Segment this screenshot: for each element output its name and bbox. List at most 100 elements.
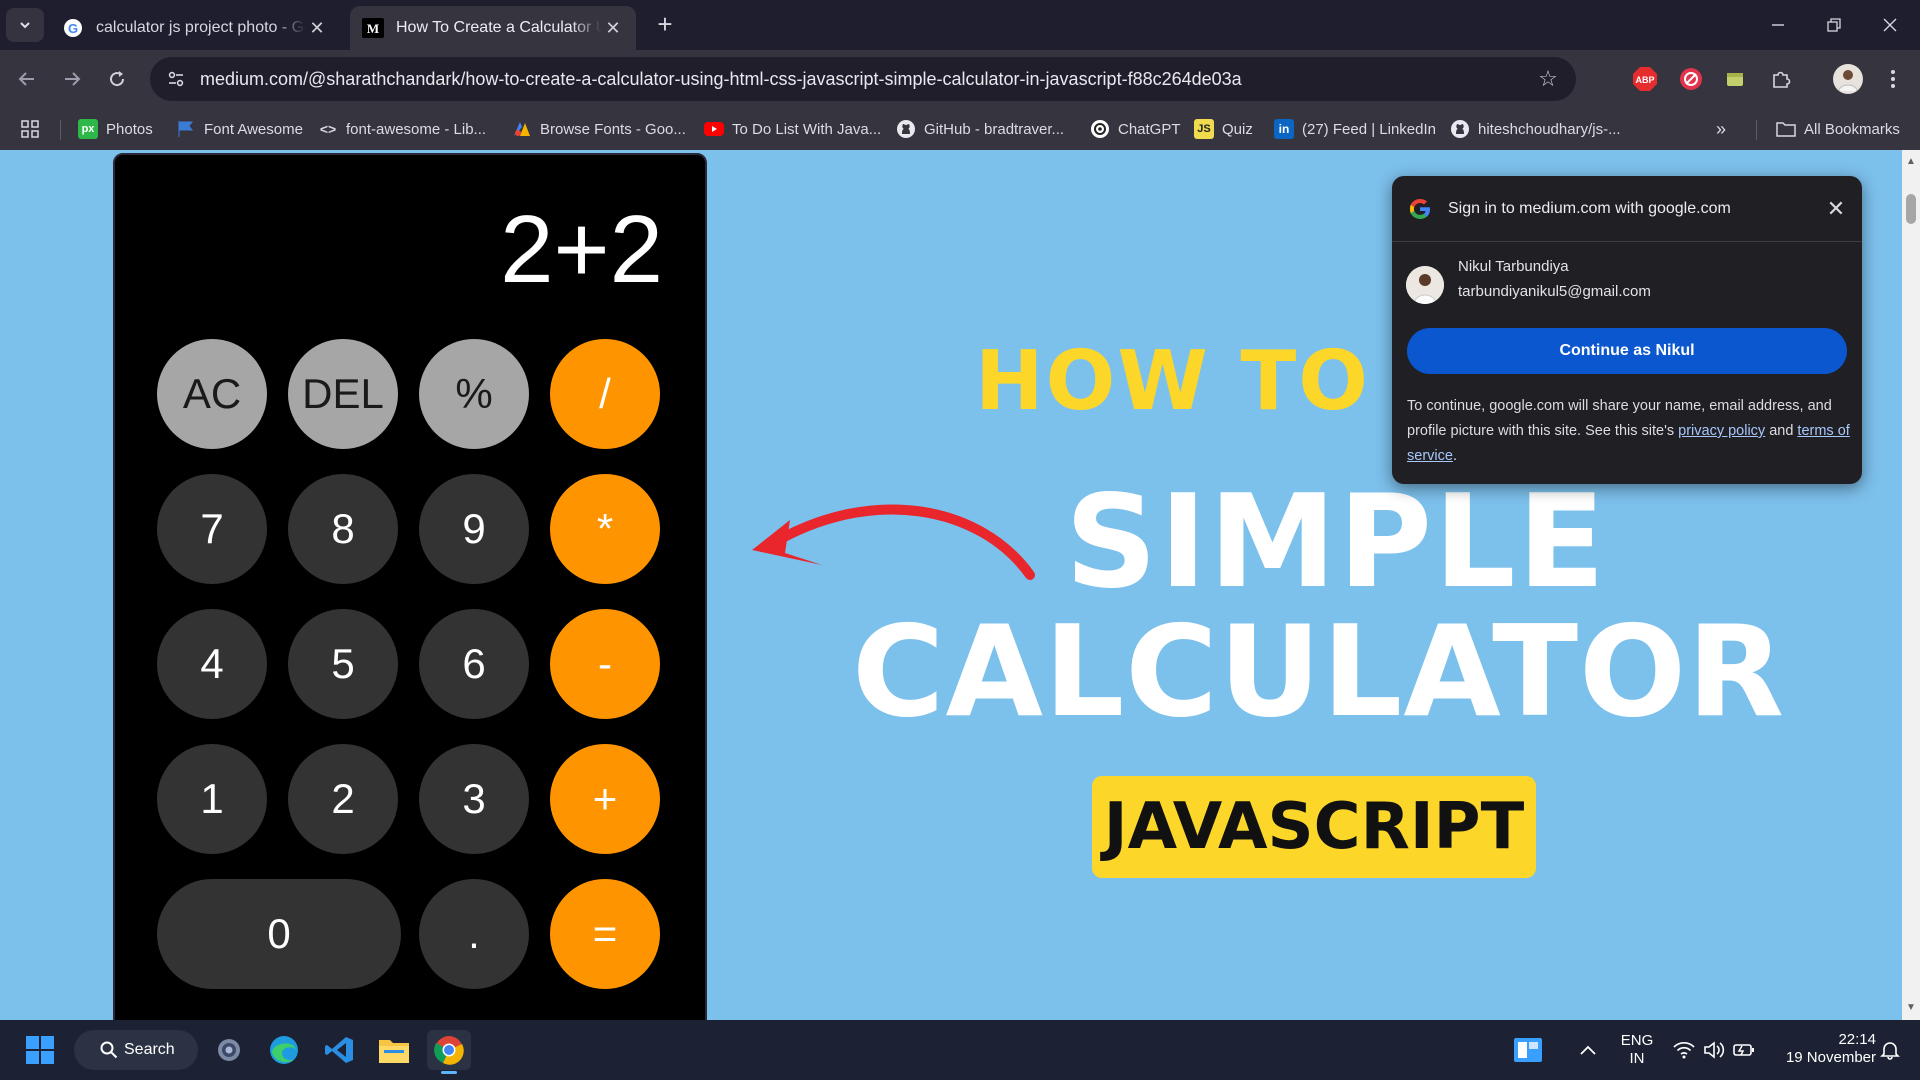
window-close-button[interactable] [1862, 0, 1918, 50]
key-percent: % [419, 339, 529, 449]
bookmark-label: Quiz [1222, 120, 1253, 138]
taskbar-search-button[interactable]: Search [74, 1030, 198, 1070]
key-multiply: * [550, 474, 660, 584]
language-code: ENG [1620, 1032, 1654, 1049]
flag-icon [176, 119, 196, 139]
hero-line-2: SIMPLE [1065, 468, 1607, 617]
chrome-icon[interactable] [427, 1030, 471, 1074]
page-scrollbar[interactable]: ▲ ▼ [1902, 150, 1920, 1020]
key-3: 3 [419, 744, 529, 854]
new-tab-button[interactable]: + [650, 10, 680, 40]
key-1: 1 [157, 744, 267, 854]
language-indicator[interactable]: ENG IN [1620, 1032, 1654, 1068]
desc-text: and [1765, 423, 1798, 439]
chevron-down-icon [20, 22, 30, 29]
widgets-icon[interactable] [1506, 1030, 1550, 1070]
desc-text: . [1452, 448, 1457, 464]
key-9: 9 [419, 474, 529, 584]
key-6: 6 [419, 609, 529, 719]
file-explorer-icon[interactable] [372, 1030, 416, 1070]
battery-icon[interactable] [1722, 1030, 1766, 1070]
site-info-icon[interactable] [154, 57, 198, 101]
bookmark-browse-fonts[interactable]: Browse Fonts - Goo... [512, 114, 686, 144]
puzzle-icon[interactable] [1766, 64, 1796, 94]
abp-icon[interactable]: ABP [1630, 64, 1660, 94]
continue-button[interactable]: Continue as Nikul [1407, 328, 1847, 374]
key-equals: = [550, 879, 660, 989]
apps-grid-icon[interactable] [20, 114, 40, 144]
bookmark-font-awesome[interactable]: Font Awesome [176, 114, 303, 144]
windows-start-icon[interactable] [18, 1030, 62, 1070]
forward-button[interactable] [55, 62, 89, 96]
tab-search-button[interactable] [6, 8, 44, 42]
bookmark-github-bradtraver[interactable]: GitHub - bradtraver... [896, 114, 1064, 144]
github-icon [896, 119, 916, 139]
svg-text:M: M [367, 21, 379, 36]
minimize-button[interactable] [1750, 0, 1806, 50]
scroll-up-icon[interactable]: ▲ [1905, 156, 1917, 168]
calculator-image: 2+2 AC DEL % / 7 8 9 * 4 5 6 - 1 2 3 + 0… [113, 153, 707, 1020]
bookmark-chatgpt[interactable]: ChatGPT [1090, 114, 1181, 144]
bookmark-linkedin[interactable]: in (27) Feed | LinkedIn [1274, 114, 1436, 144]
bookmark-todo-list[interactable]: To Do List With Java... [704, 114, 881, 144]
bookmarks-overflow-icon[interactable]: » [1716, 114, 1726, 144]
page-content: 2+2 AC DEL % / 7 8 9 * 4 5 6 - 1 2 3 + 0… [0, 150, 1920, 1020]
vscode-icon[interactable] [317, 1030, 361, 1070]
arrow-left-icon [18, 72, 34, 86]
key-divide: / [550, 339, 660, 449]
scroll-down-icon[interactable]: ▼ [1905, 1002, 1917, 1014]
windows-taskbar: Search ENG IN 22:14 19 November [0, 1020, 1920, 1080]
all-bookmarks-button[interactable]: All Bookmarks [1776, 114, 1900, 144]
search-icon [100, 1041, 118, 1059]
chevron-up-icon[interactable] [1566, 1030, 1610, 1070]
edge-icon[interactable] [262, 1030, 306, 1070]
fonts-icon [512, 119, 532, 139]
calculator-display: 2+2 [500, 196, 663, 303]
scrollbar-thumb[interactable] [1906, 194, 1916, 224]
tab-strip: G calculator js project photo - Go ✕ M H… [0, 0, 1920, 50]
close-icon[interactable]: ✕ [1816, 189, 1856, 229]
reload-icon [110, 71, 125, 87]
svg-text:ABP: ABP [1635, 75, 1654, 85]
address-bar[interactable]: medium.com/@sharathchandark/how-to-creat… [150, 57, 1576, 101]
privacy-policy-link[interactable]: privacy policy [1678, 423, 1765, 439]
popup-title: Sign in to medium.com with google.com [1448, 199, 1731, 217]
bookmark-label: hiteshchoudhary/js-... [1478, 120, 1621, 138]
bookmark-font-awesome-lib[interactable]: <> font-awesome - Lib... [318, 114, 486, 144]
search-label: Search [124, 1041, 175, 1058]
tab-medium-article[interactable]: M How To Create a Calculator Usin ✕ [350, 6, 636, 50]
google-icon: G [62, 17, 84, 39]
bookmark-label: To Do List With Java... [732, 120, 882, 138]
bookmark-github-hiteshchoudhary[interactable]: hiteshchoudhary/js-... [1450, 114, 1621, 144]
clock[interactable]: 22:14 19 November [1766, 1031, 1876, 1067]
blocker-icon[interactable] [1676, 64, 1706, 94]
bookmarks-bar: px Photos Font Awesome <> font-awesome -… [0, 108, 1920, 150]
bookmark-label: (27) Feed | LinkedIn [1302, 120, 1436, 138]
key-0: 0 [157, 879, 401, 989]
divider [1756, 120, 1757, 140]
key-plus: + [550, 744, 660, 854]
close-icon[interactable]: ✕ [602, 17, 624, 39]
key-minus: - [550, 609, 660, 719]
youtube-icon [704, 119, 724, 139]
restore-button[interactable] [1806, 0, 1862, 50]
account-row[interactable]: Nikul Tarbundiya tarbundiyanikul5@gmail.… [1406, 258, 1651, 304]
profile-avatar[interactable] [1832, 63, 1864, 95]
bookmark-star-icon[interactable]: ☆ [1528, 59, 1568, 99]
extension-icon[interactable] [1720, 64, 1750, 94]
key-decimal: . [419, 879, 529, 989]
bookmark-photos[interactable]: px Photos [78, 114, 153, 144]
arrow-right-icon [65, 72, 81, 86]
tab-calculator-search[interactable]: G calculator js project photo - Go ✕ [50, 6, 340, 50]
notification-bell-icon[interactable] [1868, 1030, 1912, 1070]
more-menu-icon[interactable] [1878, 64, 1908, 94]
hero-line-1: HOW TO C [975, 334, 1463, 429]
bookmark-quiz[interactable]: JS Quiz [1194, 114, 1253, 144]
reload-button[interactable] [100, 62, 134, 96]
linkedin-icon: in [1274, 119, 1294, 139]
back-button[interactable] [10, 62, 44, 96]
google-signin-popup: Sign in to medium.com with google.com ✕ … [1392, 176, 1862, 484]
close-icon[interactable]: ✕ [306, 17, 328, 39]
settings-gear-icon[interactable] [207, 1030, 251, 1070]
key-ac: AC [157, 339, 267, 449]
